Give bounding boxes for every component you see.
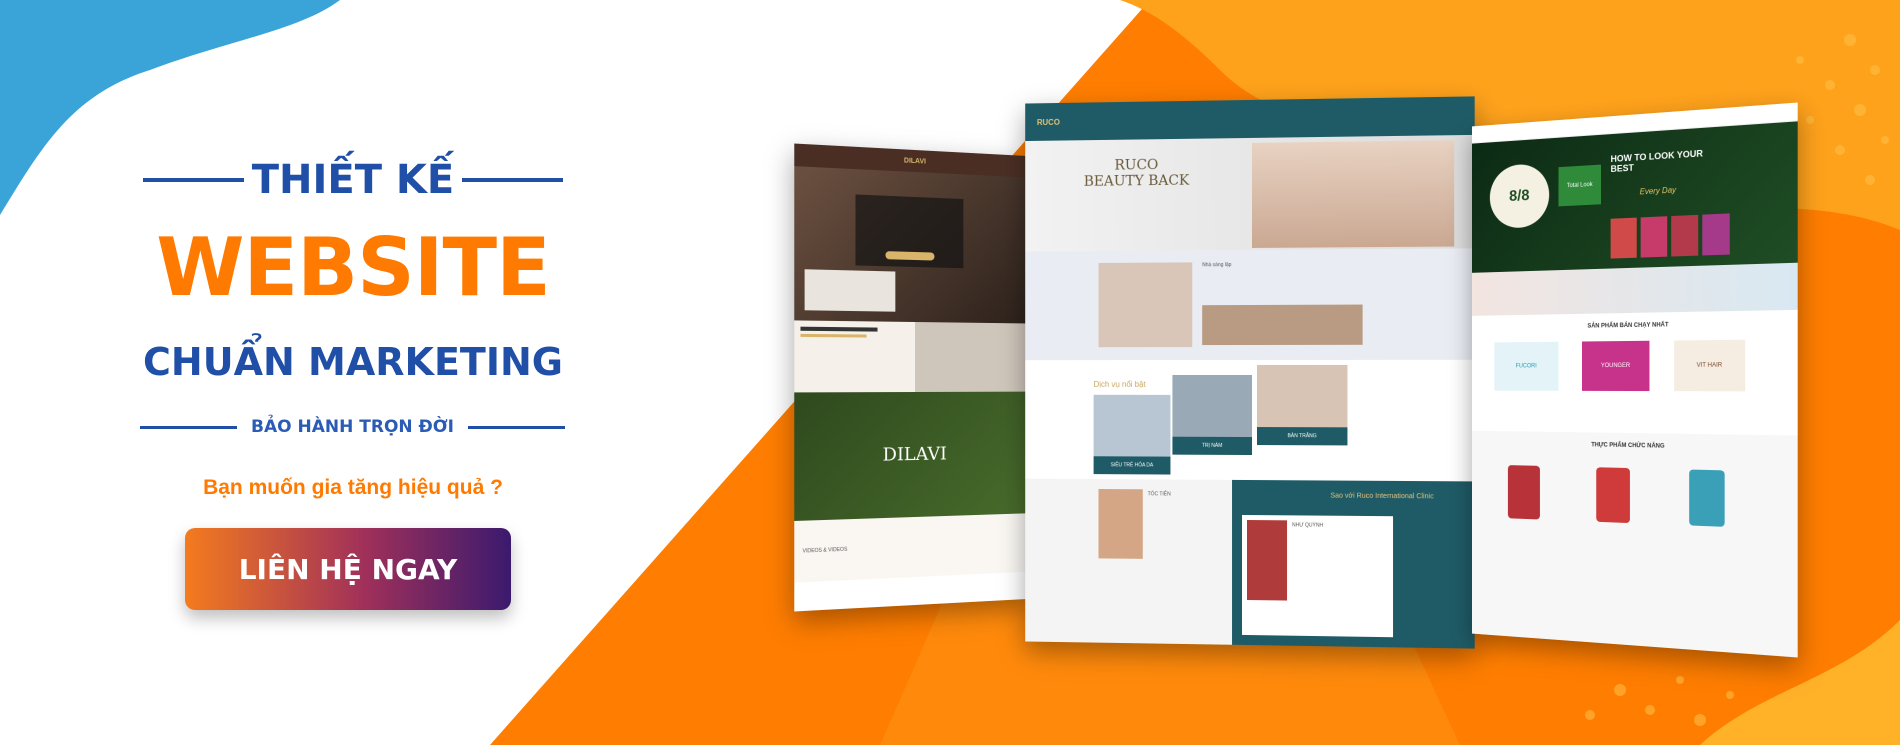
- mockup-supplement-site: 8/8 Total Look HOW TO LOOK YOUR BEST Eve…: [1471, 102, 1798, 658]
- divider-line: [143, 178, 244, 182]
- mockup-logo-wall: DILAVI: [882, 443, 947, 466]
- warranty-row: BẢO HÀNH TRỌN ĐỜI: [140, 410, 566, 444]
- promo-brand: Total Look: [1558, 164, 1602, 207]
- clinic-title: Sao với Ruco International Clinic: [1330, 492, 1434, 501]
- service-card: TRỊ NÁM: [1172, 436, 1252, 456]
- title-top-row: THIẾT KẾ: [143, 150, 563, 210]
- about-heading: Nhà sáng lập: [1202, 262, 1232, 269]
- product-card: FUCORI: [1494, 341, 1559, 391]
- title-top: THIẾT KẾ: [251, 157, 455, 203]
- bestseller-heading: SẢN PHẨM BÁN CHẠY NHẤT: [1587, 322, 1669, 330]
- mockup-section-label: VIDEOS & VIDEOS: [802, 546, 848, 555]
- clinic-person: NHƯ QUỲNH: [1292, 522, 1324, 529]
- title-sub: CHUẨN MARKETING: [143, 340, 563, 384]
- services-heading: Dịch vụ nổi bật: [1093, 379, 1146, 389]
- hero-subtitle: BEAUTY BACK: [1083, 172, 1190, 190]
- service-card: BẢN TRẮNG: [1256, 427, 1348, 446]
- promo-subtitle: Every Day: [1639, 185, 1677, 197]
- mockup-hotel-site: DILAVI DILAVI VIDEOS & VIDEOS: [794, 143, 1030, 612]
- hero-title: RUCO: [1114, 157, 1159, 174]
- warranty-text: BẢO HÀNH TRỌN ĐỜI: [251, 417, 454, 437]
- cta-question: Bạn muốn gia tăng hiệu quả ?: [203, 476, 503, 499]
- promo-date: 8/8: [1509, 186, 1530, 205]
- banner-text-column: THIẾT KẾ WEBSITE CHUẨN MARKETING BẢO HÀN…: [0, 0, 700, 745]
- divider-line: [140, 425, 238, 429]
- service-card: SIÊU TRẺ HÓA DA: [1093, 456, 1171, 475]
- product-card: YOUNGER: [1581, 340, 1650, 392]
- functional-heading: THỰC PHẨM CHỨC NĂNG: [1591, 442, 1665, 450]
- contact-button[interactable]: LIÊN HỆ NGAY: [185, 528, 511, 610]
- title-main: WEBSITE: [156, 221, 550, 314]
- divider-line: [462, 178, 563, 182]
- mockup-brand: RUCO: [1036, 117, 1060, 127]
- mockup-brand: DILAVI: [903, 156, 926, 166]
- mockup-clinic-site: RUCO RUCO BEAUTY BACK Nhà sáng lập Dịch …: [1025, 96, 1475, 649]
- promo-title: HOW TO LOOK YOUR BEST: [1610, 148, 1703, 174]
- product-card: VIT HAIR: [1674, 339, 1746, 392]
- profile-name: TÓC TIÊN: [1147, 491, 1171, 498]
- divider-line: [467, 425, 566, 429]
